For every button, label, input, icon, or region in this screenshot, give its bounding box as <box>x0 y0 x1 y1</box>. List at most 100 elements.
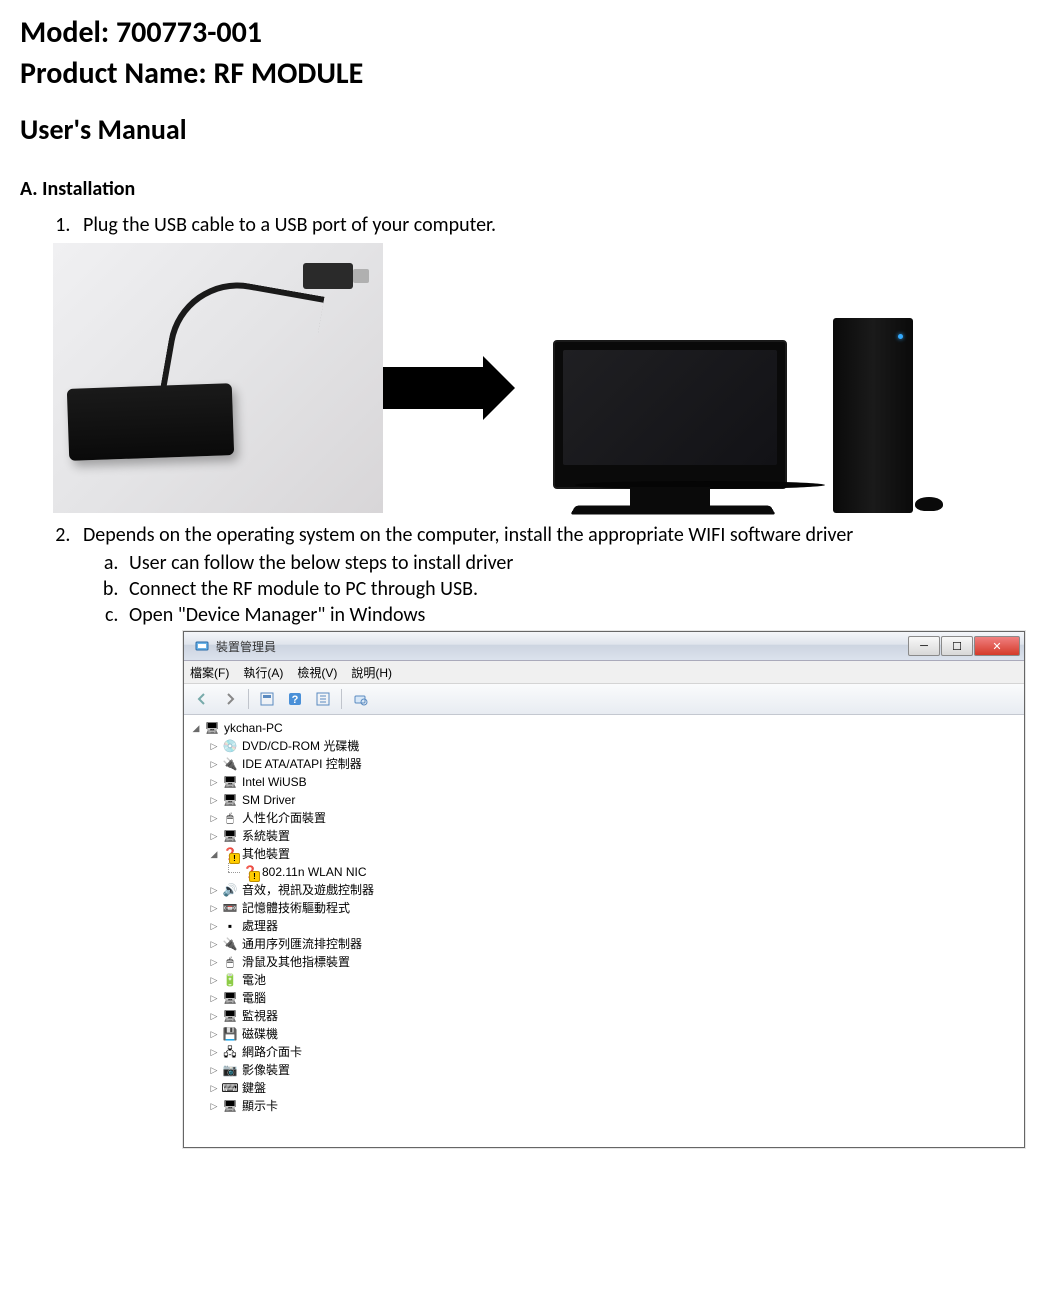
step-2-substeps: User can follow the below steps to insta… <box>83 551 1031 627</box>
expander-icon[interactable]: ▷ <box>208 953 220 971</box>
tree-node[interactable]: ▷⌨鍵盤 <box>208 1079 1022 1097</box>
tree-node-label: IDE ATA/ATAPI 控制器 <box>242 755 362 773</box>
window-titlebar[interactable]: 裝置管理員 ─ ☐ ✕ <box>184 632 1024 661</box>
tree-node[interactable]: ▷📷影像裝置 <box>208 1061 1022 1079</box>
tree-node[interactable]: ▷🖱人性化介面裝置 <box>208 809 1022 827</box>
expander-icon[interactable]: ▷ <box>208 971 220 989</box>
section-a-title: A. Installation <box>20 177 1031 201</box>
tree-root[interactable]: ◢ 🖥 ykchan-PC <box>190 719 1022 737</box>
expander-icon[interactable]: ▷ <box>208 1043 220 1061</box>
tree-node-label: 其他裝置 <box>242 845 290 863</box>
tree-node[interactable]: ▷🔌通用序列匯流排控制器 <box>208 935 1022 953</box>
maximize-button[interactable]: ☐ <box>941 636 973 656</box>
menu-help[interactable]: 說明(H) <box>351 664 392 681</box>
tree-node-label: 802.11n WLAN NIC <box>262 863 367 881</box>
expander-icon[interactable]: ▷ <box>208 809 220 827</box>
expander-icon[interactable]: ▷ <box>208 899 220 917</box>
device-icon: 🔊 <box>222 882 238 898</box>
window-icon <box>194 638 210 654</box>
step-1-text: Plug the USB cable to a USB port of your… <box>83 213 496 237</box>
device-icon: 🖧 <box>222 1044 238 1060</box>
menu-bar: 檔案(F) 執行(A) 檢視(V) 說明(H) <box>184 661 1024 684</box>
device-icon: 📷 <box>222 1062 238 1078</box>
tree-node-child[interactable]: ❓802.11n WLAN NIC <box>242 863 1022 881</box>
tree-node[interactable]: ▷💾磁碟機 <box>208 1025 1022 1043</box>
tree-node-label: 記憶體技術驅動程式 <box>242 899 350 917</box>
toolbar: ? <box>184 684 1024 715</box>
expander-icon[interactable]: ▷ <box>208 917 220 935</box>
tree-node-label: Intel WiUSB <box>242 773 307 791</box>
expander-icon[interactable]: ▷ <box>208 773 220 791</box>
tree-node-label: 顯示卡 <box>242 1097 278 1115</box>
expander-icon[interactable]: ▷ <box>208 881 220 899</box>
tree-node[interactable]: ▷🖥系統裝置 <box>208 827 1022 845</box>
device-icon: 🖥 <box>222 828 238 844</box>
tree-node-label: 音效，視訊及遊戲控制器 <box>242 881 374 899</box>
expander-icon[interactable]: ▷ <box>208 755 220 773</box>
tree-node[interactable]: ◢❓其他裝置 <box>208 845 1022 863</box>
expander-icon[interactable]: ▷ <box>208 737 220 755</box>
expander-icon[interactable]: ▷ <box>208 1025 220 1043</box>
device-icon: ⌨ <box>222 1080 238 1096</box>
tree-node[interactable]: ▷▪處理器 <box>208 917 1022 935</box>
tree-node-label: DVD/CD-ROM 光碟機 <box>242 737 359 755</box>
device-icon: 🖥 <box>222 1008 238 1024</box>
tree-node[interactable]: ▷🖱滑鼠及其他指標裝置 <box>208 953 1022 971</box>
tree-node[interactable]: ▷🖥SM Driver <box>208 791 1022 809</box>
tree-node-label: 電池 <box>242 971 266 989</box>
tree-node-label: 磁碟機 <box>242 1025 278 1043</box>
tree-node[interactable]: ▷🔋電池 <box>208 971 1022 989</box>
step-1: Plug the USB cable to a USB port of your… <box>75 213 1031 513</box>
device-icon: 🖥 <box>222 774 238 790</box>
device-icon: 📼 <box>222 900 238 916</box>
expander-icon[interactable]: ▷ <box>208 935 220 953</box>
step-2a: User can follow the below steps to insta… <box>123 551 1031 575</box>
menu-action[interactable]: 執行(A) <box>243 664 283 681</box>
expander-icon[interactable]: ▷ <box>208 1061 220 1079</box>
tree-node[interactable]: ▷🔊音效，視訊及遊戲控制器 <box>208 881 1022 899</box>
menu-view[interactable]: 檢視(V) <box>297 664 337 681</box>
expander-icon[interactable]: ▷ <box>208 1097 220 1115</box>
expander-icon[interactable]: ◢ <box>190 719 202 737</box>
rf-module-photo <box>53 243 383 513</box>
device-icon: 🖥 <box>222 1098 238 1114</box>
tree-node[interactable]: ▷📼記憶體技術驅動程式 <box>208 899 1022 917</box>
model-heading: Model: 700773-001 <box>20 14 1031 51</box>
tree-node[interactable]: ▷🖥Intel WiUSB <box>208 773 1022 791</box>
tree-node-label: 網路介面卡 <box>242 1043 302 1061</box>
scan-button[interactable] <box>348 687 372 711</box>
tree-node[interactable]: ▷🖧網路介面卡 <box>208 1043 1022 1061</box>
device-icon: 🔌 <box>222 756 238 772</box>
toolbar-button-1[interactable] <box>255 687 279 711</box>
device-icon: ❓ <box>222 846 238 862</box>
expander-icon[interactable]: ◢ <box>208 845 220 863</box>
computer-illustration <box>523 293 953 513</box>
tree-node[interactable]: ▷💿DVD/CD-ROM 光碟機 <box>208 737 1022 755</box>
device-icon: 🖥 <box>222 792 238 808</box>
device-icon: 🔌 <box>222 936 238 952</box>
device-tree-panel: ◢ 🖥 ykchan-PC ▷💿DVD/CD-ROM 光碟機▷🔌IDE ATA/… <box>184 715 1024 1147</box>
tree-node-label: 人性化介面裝置 <box>242 809 326 827</box>
close-button[interactable]: ✕ <box>974 636 1020 656</box>
tree-node[interactable]: ▷🖥監視器 <box>208 1007 1022 1025</box>
tree-node[interactable]: ▷🔌IDE ATA/ATAPI 控制器 <box>208 755 1022 773</box>
expander-icon[interactable]: ▷ <box>208 791 220 809</box>
expander-icon[interactable]: ▷ <box>208 1079 220 1097</box>
minimize-button[interactable]: ─ <box>908 636 940 656</box>
step-2: Depends on the operating system on the c… <box>75 523 1031 1148</box>
forward-button[interactable] <box>218 687 242 711</box>
step-2b: Connect the RF module to PC through USB. <box>123 577 1031 601</box>
step-2c: Open "Device Manager" in Windows <box>123 603 1031 627</box>
toolbar-button-2[interactable] <box>311 687 335 711</box>
expander-icon[interactable]: ▷ <box>208 827 220 845</box>
product-name-heading: Product Name: RF MODULE <box>20 55 1031 92</box>
help-button[interactable]: ? <box>283 687 307 711</box>
expander-icon[interactable]: ▷ <box>208 989 220 1007</box>
tree-node[interactable]: ▷🖥電腦 <box>208 989 1022 1007</box>
expander-icon[interactable]: ▷ <box>208 1007 220 1025</box>
installation-steps: Plug the USB cable to a USB port of your… <box>20 213 1031 1148</box>
tree-node[interactable]: ▷🖥顯示卡 <box>208 1097 1022 1115</box>
back-button[interactable] <box>190 687 214 711</box>
menu-file[interactable]: 檔案(F) <box>190 664 229 681</box>
device-icon: 💾 <box>222 1026 238 1042</box>
